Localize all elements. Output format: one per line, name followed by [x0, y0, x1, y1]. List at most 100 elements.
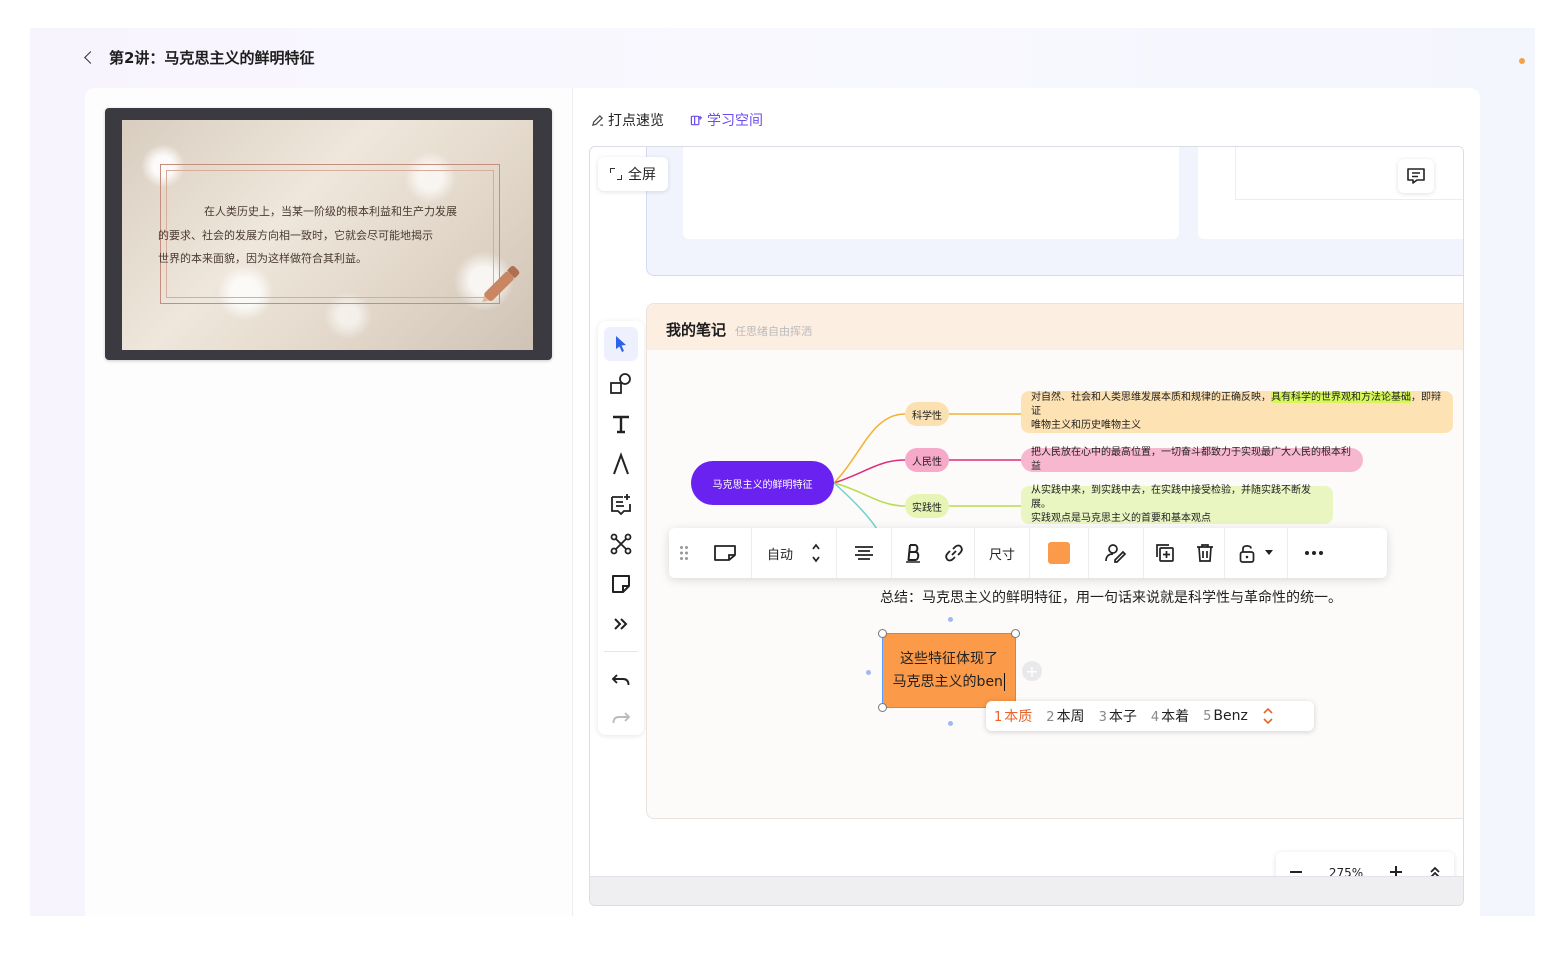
undo-icon [611, 674, 630, 686]
more-options-button[interactable] [1288, 528, 1340, 578]
edit-pen-icon [591, 114, 604, 126]
text-icon [613, 415, 629, 434]
tab-study-space[interactable]: 学习空间 [690, 110, 763, 130]
shapes-icon [610, 373, 631, 394]
pen-tool[interactable] [604, 447, 638, 481]
slide-line: 的要求、社会的发展方向相一致时，它就会尽可能地揭示 [158, 228, 433, 242]
main-card: 在人类历史上，当某一阶级的根本利益和生产力发展 的要求、社会的发展方向相一致时，… [85, 88, 1480, 916]
undo-button[interactable] [604, 663, 638, 697]
video-player[interactable]: 在人类历史上，当某一阶级的根本利益和生产力发展 的要求、社会的发展方向相一致时，… [105, 108, 552, 360]
fullscreen-button[interactable]: 全屏 [598, 157, 668, 191]
mindmap-detail-node[interactable]: 把人民放在心中的最高位置，一切奋斗都致力于实现最广大人民的根本利益 [1021, 447, 1363, 472]
content-block [646, 147, 1463, 276]
mindmap-branch-node[interactable]: 人民性 [905, 448, 949, 472]
resize-handle[interactable] [878, 703, 887, 712]
shape-tool[interactable] [604, 367, 638, 401]
sticky-note[interactable]: 这些特征体现了 马克思主义的ben [878, 629, 1020, 712]
ime-page-arrows-icon[interactable] [1262, 706, 1274, 726]
size-button[interactable]: 尺寸 [975, 528, 1029, 578]
tool-palette [598, 321, 644, 735]
fullscreen-label: 全屏 [628, 167, 656, 183]
bold-icon [906, 544, 920, 563]
text-caret [1003, 672, 1006, 691]
drag-dots-icon [680, 546, 688, 560]
font-size-select[interactable]: 自动 [752, 528, 836, 578]
redo-button[interactable] [604, 701, 638, 735]
tab-label: 学习空间 [707, 113, 763, 129]
fill-color-button[interactable] [1030, 528, 1088, 578]
link-button[interactable] [934, 528, 974, 578]
tab-marker-overview[interactable]: 打点速览 [591, 110, 664, 130]
slide-line: 在人类历史上，当某一阶级的根本利益和生产力发展 [204, 205, 457, 218]
expand-icon [610, 168, 622, 180]
highlighted-text: 具有科学的世界观和方法论基础 [1271, 392, 1411, 403]
sticky-line: 马克思主义的ben [893, 671, 1006, 694]
summary-text[interactable]: 总结：马克思主义的鲜明特征，用一句话来说就是科学性与革命性的统一。 [880, 587, 1342, 607]
mindmap-detail-node[interactable]: 从实践中来，到实践中去，在实践中接受检验，并随实践不断发展。 实践观点是马克思主… [1021, 485, 1333, 524]
format-toolbar: 自动 尺寸 [669, 528, 1387, 578]
slide-line: 世界的本来面貌，因为这样做符合其利益。 [158, 252, 367, 265]
trash-icon [1197, 544, 1213, 562]
resize-dot[interactable] [948, 721, 953, 726]
link-icon [945, 544, 963, 562]
connector-icon [610, 533, 632, 555]
cursor-arrow-icon [616, 336, 626, 352]
whiteboard[interactable]: 全屏 我的笔记 任思绪自由挥洒 马克思主义的鲜明特征 科学性 人民性 实践性 对… [589, 146, 1464, 906]
sticky-note-body[interactable]: 这些特征体现了 马克思主义的ben [882, 633, 1016, 708]
sticky-note-tool[interactable] [604, 567, 638, 601]
text-tool[interactable] [604, 407, 638, 441]
sticky-line: 这些特征体现了 [900, 650, 998, 667]
copy-add-icon [1156, 544, 1174, 562]
comment-add-tool[interactable] [604, 487, 638, 521]
caret-down-icon [1265, 550, 1273, 555]
double-chevron-right-icon [614, 618, 628, 630]
comment-button[interactable] [1398, 159, 1434, 193]
comment-icon [1407, 168, 1425, 184]
detail-text: 从实践中来，到实践中去，在实践中接受检验，并随实践不断发展。 [1031, 485, 1311, 510]
redo-icon [612, 712, 631, 724]
tab-label: 打点速览 [608, 113, 664, 129]
palette-divider [604, 651, 638, 652]
resize-dot[interactable] [948, 617, 953, 622]
ime-candidate[interactable]: 2 本周 [1046, 706, 1084, 726]
add-note-icon [611, 494, 631, 516]
delete-button[interactable] [1186, 528, 1224, 578]
stepper-arrows-icon [812, 543, 820, 563]
lock-button[interactable] [1225, 528, 1287, 578]
bold-button[interactable] [892, 528, 934, 578]
content-card [683, 147, 1179, 239]
page-title: 第2讲：马克思主义的鲜明特征 [109, 48, 315, 67]
duplicate-button[interactable] [1144, 528, 1186, 578]
slide-text: 在人类历史上，当某一阶级的根本利益和生产力发展 的要求、社会的发展方向相一致时，… [158, 200, 482, 271]
align-center-icon [855, 546, 873, 560]
app-window: 第2讲：马克思主义的鲜明特征 在人类历史上，当某一阶级的根本利益和生产力发展 的… [30, 28, 1535, 916]
detail-text: 唯物主义和历史唯物主义 [1031, 420, 1141, 431]
detail-text: 对自然、社会和人类思维发展本质和规律的正确反映，具有科学的世界观和方法论基础，即… [1031, 392, 1441, 417]
notes-area[interactable]: 我的笔记 任思绪自由挥洒 马克思主义的鲜明特征 科学性 人民性 实践性 对自然、… [646, 303, 1463, 819]
back-arrow-icon[interactable] [84, 50, 97, 64]
connector-tool[interactable] [604, 527, 638, 561]
assign-user-button[interactable] [1089, 528, 1143, 578]
align-button[interactable] [837, 528, 891, 578]
ime-candidate[interactable]: 3 本子 [1099, 706, 1137, 726]
mindmap-detail-node[interactable]: 对自然、社会和人类思维发展本质和规律的正确反映，具有科学的世界观和方法论基础，即… [1021, 391, 1453, 433]
note-style-button[interactable] [699, 528, 751, 578]
font-size-label: 自动 [766, 547, 793, 563]
ime-candidate[interactable]: 5 Benz [1203, 708, 1248, 724]
drag-handle[interactable] [669, 528, 699, 578]
mindmap-branch-node[interactable]: 科学性 [905, 402, 949, 426]
book-space-icon [690, 115, 703, 125]
add-connected-node-button[interactable]: + [1022, 661, 1042, 681]
sticky-note-icon [714, 545, 736, 561]
ime-candidate[interactable]: 4 本着 [1151, 706, 1189, 726]
resize-dot[interactable] [866, 670, 871, 675]
resize-handle[interactable] [1011, 629, 1020, 638]
user-edit-icon [1105, 544, 1127, 563]
detail-text: 实践观点是马克思主义的首要和基本观点 [1031, 513, 1211, 524]
ime-candidate[interactable]: 1 本质 [994, 706, 1032, 726]
mindmap-root-node[interactable]: 马克思主义的鲜明特征 [691, 461, 834, 505]
resize-handle[interactable] [878, 629, 887, 638]
mindmap-branch-node[interactable]: 实践性 [905, 494, 949, 518]
select-tool[interactable] [604, 327, 638, 361]
more-tools-button[interactable] [604, 607, 638, 641]
